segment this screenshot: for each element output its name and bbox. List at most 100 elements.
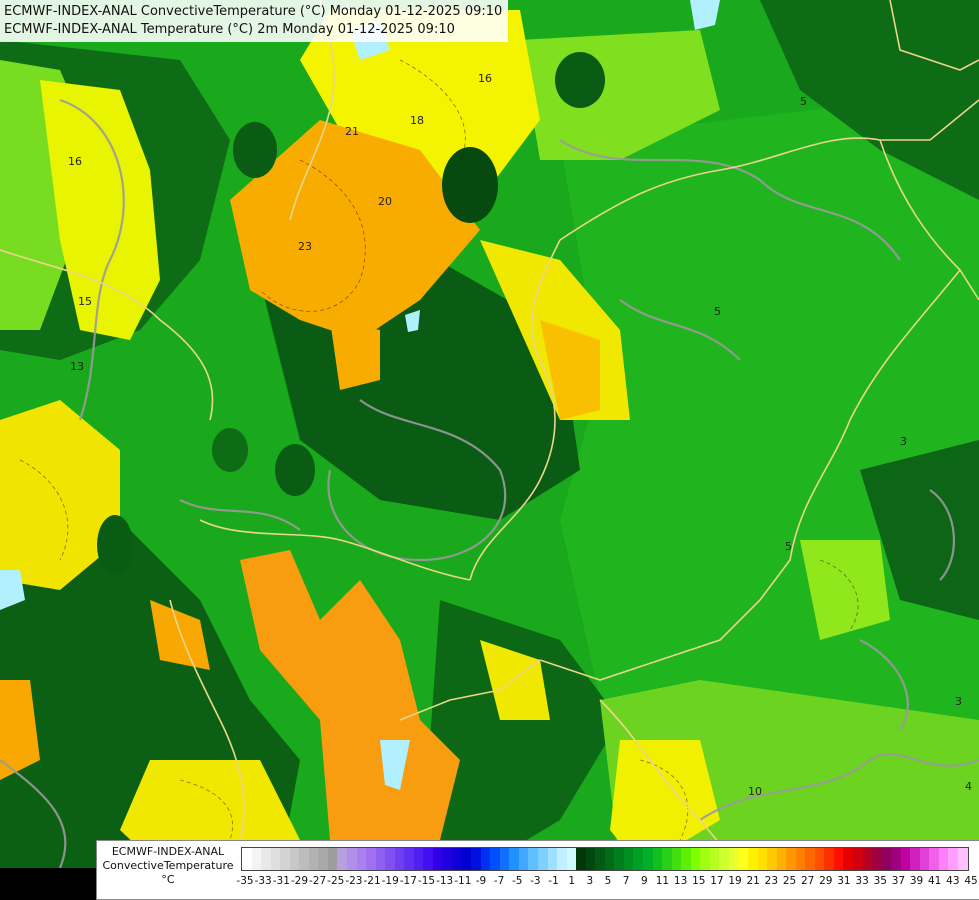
legend-swatch (824, 848, 834, 870)
legend-swatch (795, 848, 806, 870)
legend-swatch (356, 848, 367, 870)
legend-tick-label: 17 (710, 875, 724, 887)
legend-tick-label: 13 (673, 875, 688, 887)
legend-tick-label: 33 (855, 875, 869, 887)
legend-swatch (728, 848, 739, 870)
legend-swatch (394, 848, 405, 870)
legend-swatch (900, 848, 911, 870)
cell-dark-5 (212, 428, 248, 472)
legend-tick-label: 11 (655, 875, 670, 887)
legend-swatch (337, 848, 348, 870)
title-line-temperature: ECMWF-INDEX-ANAL Temperature (°C) 2m Mon… (4, 22, 455, 37)
legend-tick-label: -1 (548, 875, 559, 887)
legend-tick-label: -27 (309, 875, 327, 887)
legend-swatch (480, 848, 491, 870)
contour-label: 16 (68, 155, 82, 168)
legend-swatch (327, 848, 338, 870)
contour-label: 3 (955, 695, 962, 708)
contour-label: 4 (965, 780, 972, 793)
legend-swatch (289, 848, 300, 870)
legend-swatch (404, 848, 414, 870)
legend-tick-label: -15 (417, 875, 436, 887)
legend-swatch (690, 848, 701, 870)
legend-swatch (432, 848, 443, 870)
legend-tick-label: 3 (586, 875, 594, 887)
legend-swatch (862, 848, 873, 870)
legend-tick-label: 45 (964, 875, 978, 887)
legend-tick-label: 1 (568, 875, 576, 887)
legend-tick-label: 5 (604, 875, 612, 887)
legend-swatch (518, 848, 529, 870)
legend-swatch (442, 848, 453, 870)
legend-tick-label: 35 (873, 875, 887, 887)
contour-label: 13 (70, 360, 84, 373)
legend-swatch (280, 848, 290, 870)
legend-tick-label: -31 (272, 875, 290, 887)
legend-swatch (709, 848, 720, 870)
legend-swatch (242, 848, 252, 870)
legend-swatch (948, 848, 959, 870)
legend-swatch (671, 848, 682, 870)
legend-tick-label: 43 (946, 875, 960, 887)
legend-swatch (308, 848, 319, 870)
legend-swatch (537, 848, 548, 870)
cell-dark-6 (97, 515, 133, 575)
legend-tick-label: 23 (764, 875, 779, 887)
legend-swatch (747, 848, 758, 870)
legend-swatch (662, 848, 672, 870)
legend-swatch (623, 848, 634, 870)
cell-dark-1 (442, 147, 498, 223)
legend-swatch (767, 848, 777, 870)
legend-tick-label: -29 (290, 875, 309, 887)
legend-tick-label: -33 (254, 875, 272, 887)
legend-swatch (786, 848, 796, 870)
legend-swatch (814, 848, 825, 870)
legend-swatch (853, 848, 863, 870)
legend-tick-label: -17 (399, 875, 417, 887)
legend-swatch (413, 848, 424, 870)
legend-swatch (566, 848, 577, 870)
legend-swatch (719, 848, 729, 870)
legend-swatch (452, 848, 462, 870)
legend-label-line: ConvectiveTemperature (102, 859, 234, 872)
legend-swatch (375, 848, 386, 870)
legend-tick-label: -9 (475, 875, 487, 887)
legend-tick-label: -23 (345, 875, 363, 887)
legend-tick-label: 7 (622, 875, 630, 887)
legend-tick-label: -3 (530, 875, 541, 887)
legend-swatch (633, 848, 643, 870)
legend-swatch (251, 848, 262, 870)
legend-tick-label: 31 (837, 875, 851, 887)
legend-swatch (299, 848, 309, 870)
legend-swatch (891, 848, 901, 870)
legend-tick-label: -7 (493, 875, 505, 887)
legend-unit: °C (161, 873, 175, 886)
legend-swatch (347, 848, 357, 870)
map-area[interactable]: 16 21 18 20 23 16 15 13 5 5 5 3 3 4 10 E… (0, 0, 979, 868)
cell-dark-4 (275, 444, 315, 496)
contour-label: 3 (900, 435, 907, 448)
legend-swatch (614, 848, 624, 870)
title-line-convective: ECMWF-INDEX-ANAL ConvectiveTemperature (… (4, 4, 503, 19)
legend-swatch (938, 848, 949, 870)
contour-label: 5 (800, 95, 807, 108)
legend-swatch (528, 848, 538, 870)
legend-swatch (471, 848, 481, 870)
contour-label: 23 (298, 240, 312, 253)
legend-swatch (833, 848, 844, 870)
legend-tick-label: 9 (640, 875, 648, 887)
legend-swatch (318, 848, 328, 870)
legend-swatch (776, 848, 787, 870)
map-title-box: ECMWF-INDEX-ANAL ConvectiveTemperature (… (0, 0, 509, 42)
legend-swatch (490, 848, 500, 870)
legend-tick-label: 41 (928, 875, 942, 887)
legend-swatch (652, 848, 663, 870)
legend-tick-label: 19 (728, 875, 742, 887)
legend-swatch (910, 848, 920, 870)
cell-dark-3 (233, 122, 277, 178)
legend-tick-label: -25 (327, 875, 345, 887)
legend-swatch (872, 848, 882, 870)
legend-tick-label: 39 (909, 875, 924, 887)
legend-swatch (700, 848, 710, 870)
legend-swatch (604, 848, 615, 870)
